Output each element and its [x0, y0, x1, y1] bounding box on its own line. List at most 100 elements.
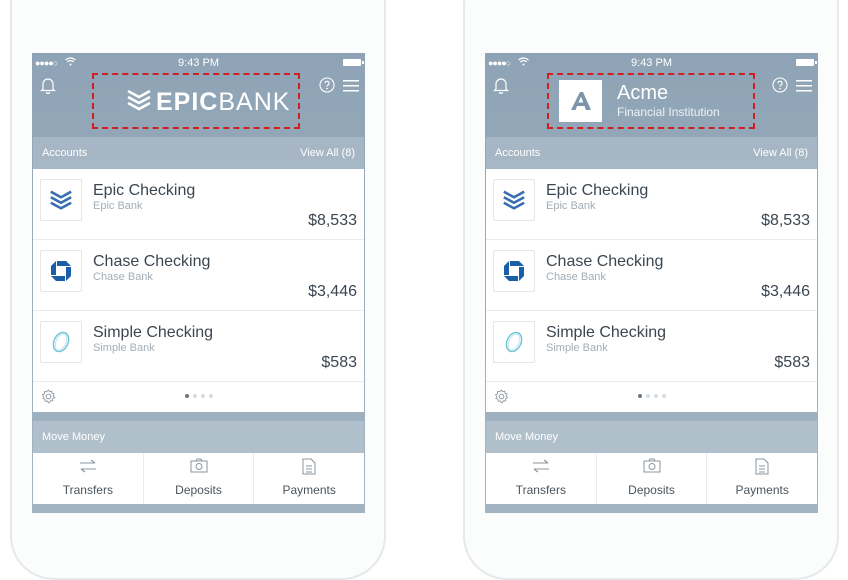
help-icon[interactable] [319, 77, 335, 98]
transfer-arrows-icon [33, 458, 143, 476]
help-icon[interactable] [772, 77, 788, 98]
view-all-link[interactable]: View All (8) [753, 147, 808, 159]
accounts-header: Accounts View All (8) [486, 137, 817, 169]
page-dot [192, 394, 197, 398]
account-name: Chase Checking [93, 253, 211, 270]
transfers-button[interactable]: Transfers [33, 453, 144, 504]
bell-icon[interactable] [40, 77, 56, 99]
status-bar: ●●●●○ 9:43 PM [32, 53, 365, 73]
deposits-button[interactable]: Deposits [144, 453, 255, 504]
bank-name: EPICBANK [156, 88, 291, 116]
bell-icon[interactable] [493, 77, 509, 99]
status-time: 9:43 PM [178, 57, 219, 69]
page-dot [637, 394, 642, 398]
action-label: Payments [735, 483, 789, 497]
accounts-header: Accounts View All (8) [33, 137, 364, 169]
account-name: Simple Checking [93, 324, 214, 341]
account-bank: Chase Bank [93, 271, 153, 283]
move-money-title: Move Money [495, 431, 558, 443]
document-icon [707, 458, 817, 476]
account-bank: Epic Bank [93, 200, 143, 212]
move-money-title: Move Money [42, 431, 105, 443]
payments-button[interactable]: Payments [254, 453, 364, 504]
transfers-button[interactable]: Transfers [486, 453, 597, 504]
institution-subtitle: Financial Institution [617, 105, 720, 119]
page-dot [645, 394, 650, 398]
payments-button[interactable]: Payments [707, 453, 817, 504]
chase-octagon-icon [40, 250, 82, 292]
account-balance: $583 [774, 354, 810, 371]
view-all-link[interactable]: View All (8) [300, 147, 355, 159]
page-dot [184, 394, 189, 398]
account-balance: $3,446 [761, 283, 810, 300]
account-row[interactable]: Chase Checking Chase Bank $3,446 [486, 240, 817, 311]
page-dots[interactable] [33, 394, 364, 398]
transfer-arrows-icon [486, 458, 596, 476]
phone-frame-epic: ●●●●○ 9:43 PM EPICBANK Accounts View All… [10, 0, 386, 580]
phone-frame-acme: ●●●●○ 9:43 PM Acme Financial Institution [463, 0, 839, 580]
account-row[interactable]: Epic Checking Epic Bank $8,533 [486, 169, 817, 240]
institution-logo: Acme Financial Institution [559, 80, 720, 122]
page-dot [661, 394, 666, 398]
page-dot [200, 394, 205, 398]
battery-icon [796, 59, 817, 66]
account-bank: Chase Bank [546, 271, 606, 283]
camera-icon [144, 458, 254, 476]
status-time: 9:43 PM [631, 57, 672, 69]
page-dot [208, 394, 213, 398]
epic-chevron-icon [40, 179, 82, 221]
document-icon [254, 458, 364, 476]
page-dot [653, 394, 658, 398]
account-row[interactable]: Simple Checking Simple Bank $583 [486, 311, 817, 382]
accounts-footer [33, 382, 364, 412]
account-bank: Simple Bank [93, 342, 155, 354]
action-label: Deposits [175, 483, 222, 497]
account-name: Simple Checking [546, 324, 667, 341]
move-money-actions: Transfers Deposits Payments [486, 453, 817, 504]
hamburger-menu-icon[interactable] [796, 79, 812, 97]
move-money-header: Move Money [33, 421, 364, 453]
hamburger-menu-icon[interactable] [343, 79, 359, 97]
move-money-header: Move Money [486, 421, 817, 453]
action-label: Transfers [515, 483, 566, 497]
accounts-list: Epic Checking Epic Bank $8,533 Chase Che… [486, 169, 817, 412]
account-name: Epic Checking [93, 182, 196, 199]
nav-bar: Acme Financial Institution [485, 73, 818, 137]
account-balance: $8,533 [308, 212, 357, 229]
accounts-title: Accounts [495, 147, 541, 159]
accounts-footer [486, 382, 817, 412]
account-balance: $583 [321, 354, 357, 371]
institution-name: Acme [617, 82, 669, 104]
logo-highlight: Acme Financial Institution [547, 73, 755, 129]
camera-icon [597, 458, 707, 476]
logo-highlight: EPICBANK [92, 73, 300, 129]
account-name: Chase Checking [546, 253, 664, 270]
action-label: Deposits [628, 483, 675, 497]
account-name: Epic Checking [546, 182, 649, 199]
epic-chevron-icon [126, 87, 152, 118]
action-label: Transfers [62, 483, 113, 497]
phone-screen: ●●●●○ 9:43 PM EPICBANK Accounts View All… [32, 53, 365, 513]
chase-octagon-icon [493, 250, 535, 292]
deposits-button[interactable]: Deposits [597, 453, 708, 504]
nav-bar: EPICBANK [32, 73, 365, 137]
account-row[interactable]: Chase Checking Chase Bank $3,446 [33, 240, 364, 311]
account-balance: $3,446 [308, 283, 357, 300]
phone-screen: ●●●●○ 9:43 PM Acme Financial Institution [485, 53, 818, 513]
battery-icon [343, 59, 364, 66]
account-row[interactable]: Simple Checking Simple Bank $583 [33, 311, 364, 382]
gear-icon[interactable] [494, 389, 509, 409]
accounts-title: Accounts [42, 147, 88, 159]
bank-logo: EPICBANK [126, 87, 290, 118]
account-bank: Epic Bank [546, 200, 596, 212]
account-row[interactable]: Epic Checking Epic Bank $8,533 [33, 169, 364, 240]
status-bar: ●●●●○ 9:43 PM [485, 53, 818, 73]
action-label: Payments [282, 483, 336, 497]
account-balance: $8,533 [761, 212, 810, 229]
epic-chevron-icon [493, 179, 535, 221]
page-dots[interactable] [486, 394, 817, 398]
simple-oval-icon [40, 321, 82, 363]
simple-oval-icon [493, 321, 535, 363]
gear-icon[interactable] [41, 389, 56, 409]
account-bank: Simple Bank [546, 342, 608, 354]
